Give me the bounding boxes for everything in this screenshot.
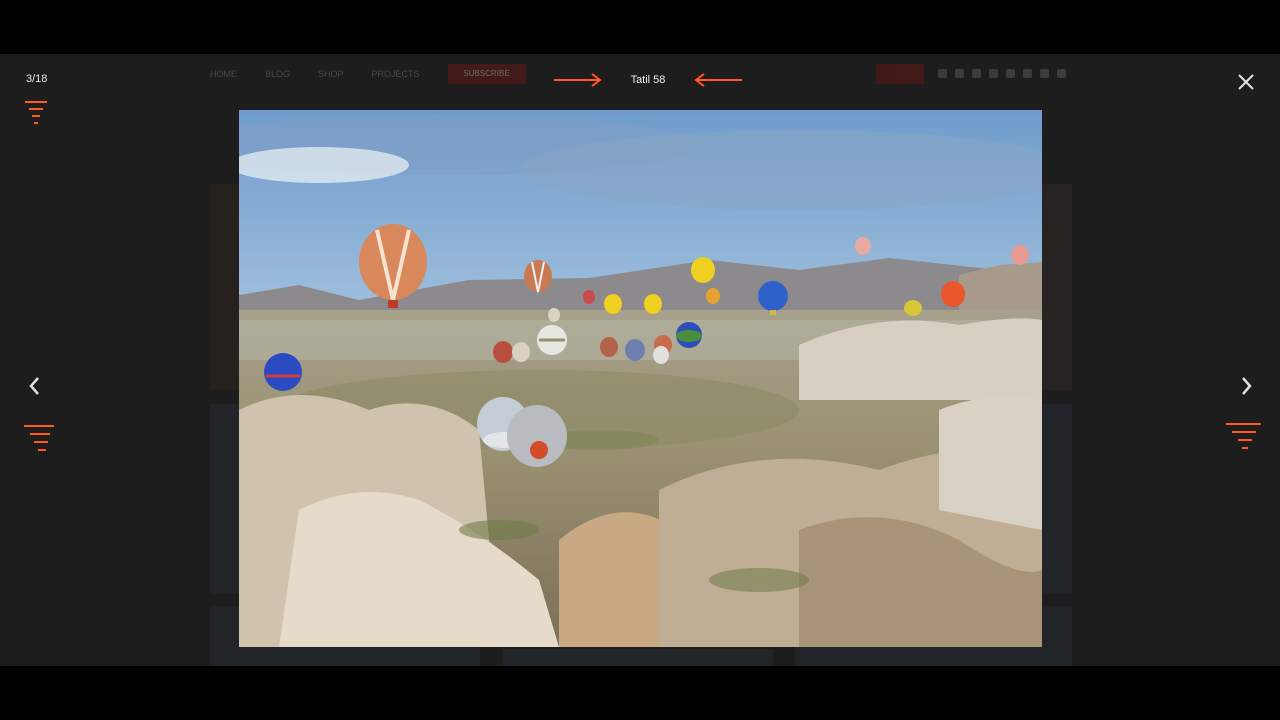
social-icon [1040, 69, 1049, 78]
close-button[interactable] [1234, 70, 1258, 94]
social-icon [1057, 69, 1066, 78]
background-social-icons [938, 69, 1066, 78]
background-nav-home: HOME [210, 69, 237, 79]
video-letterbox-top [0, 0, 1280, 54]
orange-lines-icon [1226, 423, 1261, 449]
background-nav-shop: SHOP [318, 69, 344, 79]
social-icon [955, 69, 964, 78]
next-image-button[interactable] [1234, 371, 1260, 401]
chevron-left-icon [29, 377, 39, 395]
background-red-button [876, 64, 924, 84]
image-counter: 3/18 [26, 73, 48, 85]
background-card [1042, 404, 1072, 594]
close-icon [1238, 74, 1254, 90]
social-icon [938, 69, 947, 78]
background-subscribe-button: SUBSCRIBE [447, 64, 526, 84]
arrow-left-icon [694, 73, 742, 87]
social-icon [1023, 69, 1032, 78]
video-letterbox-bottom [0, 666, 1280, 720]
lightbox-image [239, 110, 1042, 647]
social-icon [972, 69, 981, 78]
hot-air-balloons-photo [239, 110, 1042, 647]
previous-image-button[interactable] [22, 371, 48, 401]
social-icon [989, 69, 998, 78]
background-card [210, 404, 240, 594]
orange-lines-icon [24, 425, 54, 451]
caption-area: Tatil 58 [552, 68, 744, 92]
background-nav-blog: BLOG [265, 69, 291, 79]
background-card [210, 184, 240, 390]
background-nav-projects: PROJECTS [371, 69, 420, 79]
orange-lines-icon [25, 101, 47, 124]
background-card [503, 649, 773, 666]
social-icon [1006, 69, 1015, 78]
chevron-right-icon [1242, 377, 1252, 395]
background-card [1042, 184, 1072, 390]
lightbox-overlay: HOME BLOG SHOP PROJECTS SUBSCRIBE 3/18 T… [0, 54, 1280, 666]
